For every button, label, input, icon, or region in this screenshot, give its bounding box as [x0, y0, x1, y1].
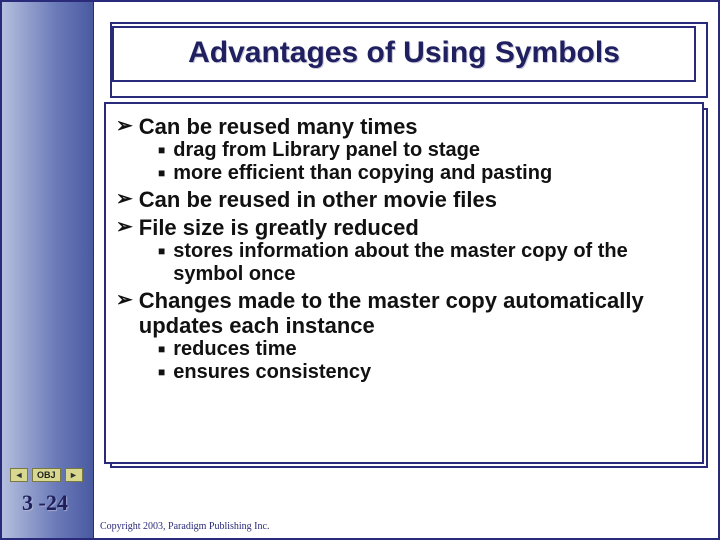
- bullet-text: reduces time: [173, 338, 296, 361]
- body-box: ➢ Can be reused many times ■ drag from L…: [104, 102, 704, 464]
- title-inner: Advantages of Using Symbols: [112, 26, 696, 82]
- bullet-lvl2: ■ more efficient than copying and pastin…: [158, 162, 690, 185]
- next-button[interactable]: ►: [65, 468, 83, 482]
- bullet-lvl1: ➢ Can be reused many times: [116, 114, 690, 139]
- bullet-lvl2: ■ reduces time: [158, 338, 690, 361]
- bullet-lvl1: ➢ Changes made to the master copy automa…: [116, 288, 690, 339]
- slide-title: Advantages of Using Symbols: [120, 36, 688, 70]
- sidebar: ◄ OBJ ► 3 -24: [2, 2, 94, 538]
- slide-number: 3 -24: [22, 490, 68, 516]
- arrow-bullet-icon: ➢: [116, 187, 133, 212]
- slide-container: ◄ OBJ ► 3 -24 Advantages of Using Symbol…: [0, 0, 720, 540]
- arrow-bullet-icon: ➢: [116, 114, 133, 139]
- bullet-lvl2: ■ drag from Library panel to stage: [158, 139, 690, 162]
- prev-button[interactable]: ◄: [10, 468, 28, 482]
- bullet-text: drag from Library panel to stage: [173, 139, 480, 162]
- square-bullet-icon: ■: [158, 361, 165, 384]
- bullet-lvl1: ➢ File size is greatly reduced: [116, 215, 690, 240]
- bullet-text: Can be reused many times: [139, 114, 418, 139]
- bullet-lvl2: ■ ensures consistency: [158, 361, 690, 384]
- square-bullet-icon: ■: [158, 139, 165, 162]
- bullet-text: Can be reused in other movie files: [139, 187, 497, 212]
- bullet-text: more efficient than copying and pasting: [173, 162, 552, 185]
- body-inner: ➢ Can be reused many times ■ drag from L…: [104, 102, 704, 464]
- square-bullet-icon: ■: [158, 162, 165, 185]
- copyright-text: Copyright 2003, Paradigm Publishing Inc.: [100, 521, 269, 532]
- obj-button[interactable]: OBJ: [32, 468, 61, 482]
- arrow-bullet-icon: ➢: [116, 215, 133, 240]
- bullet-lvl2: ■ stores information about the master co…: [158, 240, 690, 286]
- main-area: Advantages of Using Symbols ➢ Can be reu…: [94, 2, 718, 538]
- bullet-text: stores information about the master copy…: [173, 240, 690, 286]
- square-bullet-icon: ■: [158, 338, 165, 361]
- bullet-lvl1: ➢ Can be reused in other movie files: [116, 187, 690, 212]
- bullet-text: ensures consistency: [173, 361, 371, 384]
- square-bullet-icon: ■: [158, 240, 165, 263]
- nav-controls: ◄ OBJ ►: [10, 468, 83, 482]
- bullet-text: File size is greatly reduced: [139, 215, 419, 240]
- title-box: Advantages of Using Symbols: [104, 16, 704, 94]
- arrow-bullet-icon: ➢: [116, 288, 133, 313]
- bullet-text: Changes made to the master copy automati…: [139, 288, 690, 339]
